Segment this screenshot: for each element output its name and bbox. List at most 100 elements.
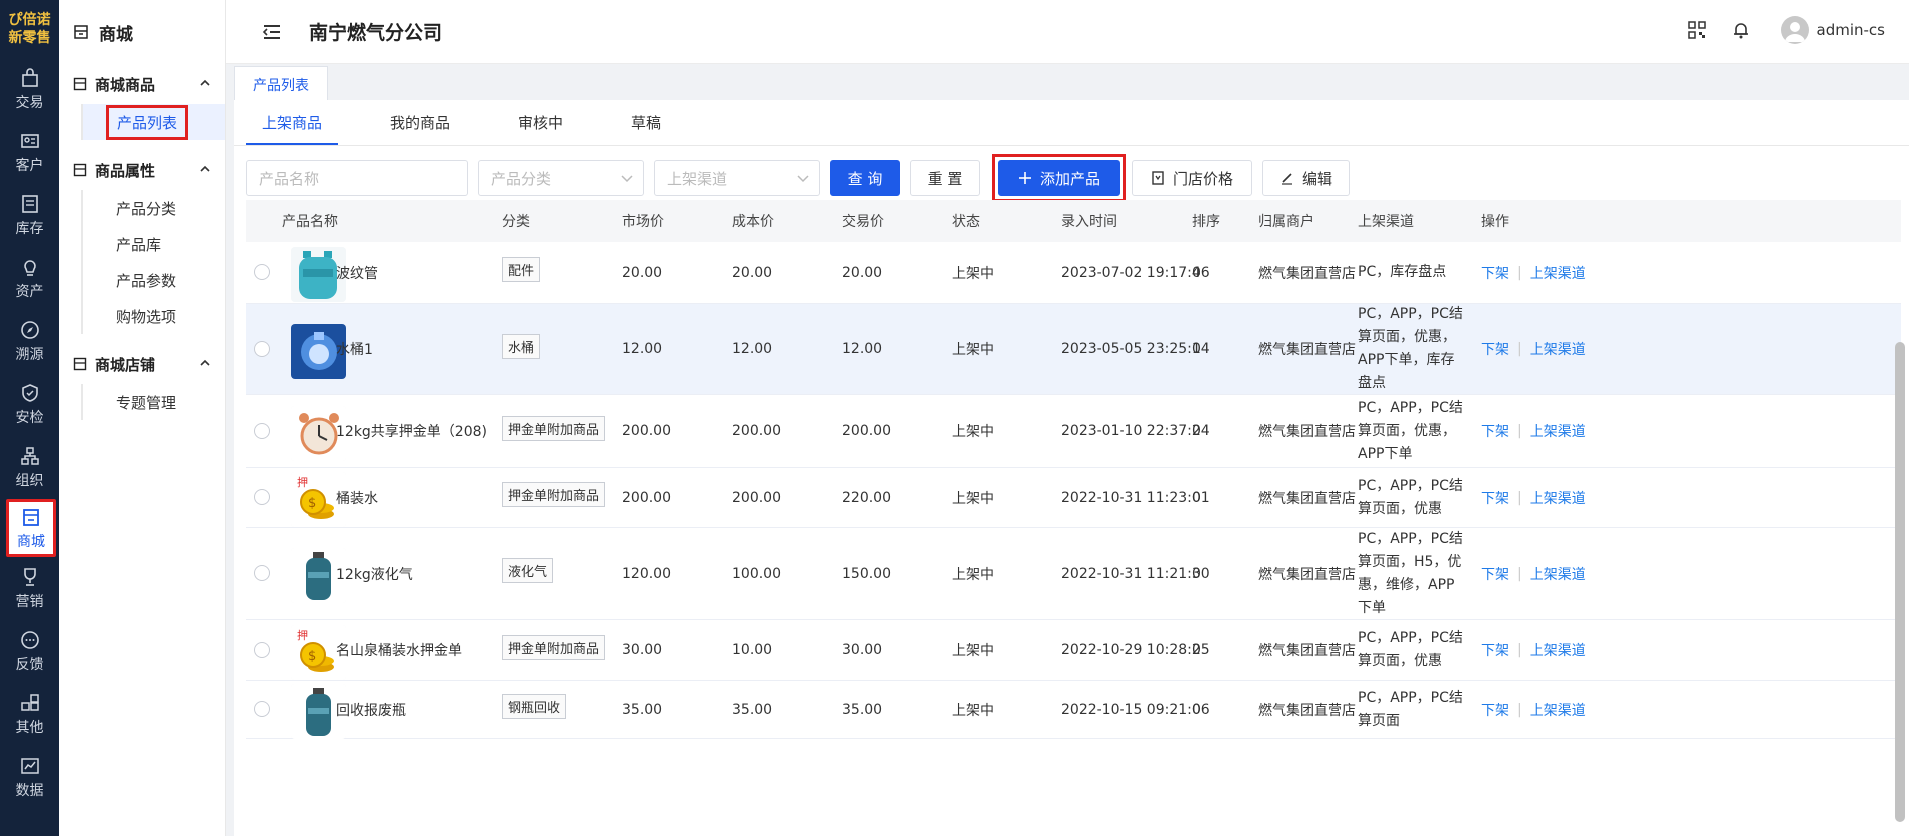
nav-item-store[interactable]: 商城 [6, 499, 56, 557]
collapse-menu-icon[interactable] [261, 21, 283, 43]
product-name: 桶装水 [336, 468, 378, 527]
status-text: 上架中 [952, 265, 994, 282]
table-row[interactable]: 押 $ 桶装水 押金单附加商品 200.00 200.00 220.00 上架中 2022-10… [246, 468, 1901, 528]
menu-item[interactable]: 产品参数 [81, 262, 225, 298]
channel-cell: PC，APP，PC结 算页面，H5，优 惠，维修，APP 下单 [1358, 528, 1473, 619]
channel-text: PC，APP，PC结 算页面，优惠 [1358, 475, 1473, 521]
brand-logo[interactable]: ぴ倍诺 新零售 [0, 0, 59, 58]
table-row[interactable]: 回收报废瓶 钢瓶回收 35.00 35.00 35.00 上架中 2022-10-15 09… [246, 681, 1901, 739]
tab-1[interactable]: 我的商品 [390, 112, 450, 145]
delist-link[interactable]: 下架 [1481, 339, 1509, 359]
trade-price: 220.00 [842, 468, 891, 527]
nav-item-org[interactable]: 组织 [0, 436, 59, 499]
edit-button[interactable]: 编辑 [1262, 160, 1350, 196]
store-price-button[interactable]: 门店价格 [1132, 160, 1252, 196]
channel-link[interactable]: 上架渠道 [1530, 488, 1586, 508]
row-radio[interactable] [254, 423, 270, 439]
store-small-icon [73, 77, 87, 91]
nav-item-bulb[interactable]: 资产 [0, 247, 59, 310]
row-radio[interactable] [254, 264, 270, 280]
menu-group-header[interactable]: 商城店铺 [59, 344, 225, 384]
table-row[interactable]: 12kg液化气 液化气 120.00 100.00 150.00 上架中 2022-10-3… [246, 528, 1901, 620]
market-price-text: 35.00 [622, 701, 663, 718]
nav-item-bag[interactable]: 交易 [0, 58, 59, 121]
chevron-down-icon [797, 175, 809, 183]
menu-item[interactable]: 产品库 [81, 226, 225, 262]
column-header: 状态 [952, 214, 980, 230]
channel-link[interactable]: 上架渠道 [1530, 339, 1586, 359]
channel-line: PC，APP，PC结 [1358, 530, 1463, 547]
app-sidebar: ぴ倍诺 新零售 交易 客户 库存 资产 溯源 安检 组织 商城 营销 反馈 其他 数据 [0, 0, 59, 836]
reset-button[interactable]: 重 置 [910, 160, 980, 196]
category-cell: 押金单附加商品 [502, 395, 606, 467]
menu-item[interactable]: 专题管理 [81, 384, 225, 420]
product-name: 回收报废瓶 [336, 681, 406, 738]
nav-item-chart[interactable]: 数据 [0, 746, 59, 809]
filter-bar: 产品名称 产品分类 上架渠道 查 询 重 置 添加产品 门店价格 编辑 [246, 154, 1360, 202]
category-select[interactable]: 产品分类 [478, 160, 644, 196]
market-price-text: 200.00 [622, 489, 671, 506]
menu-group-label: 商品属性 [95, 161, 156, 180]
table-row[interactable]: 12kg共享押金单（208) 押金单附加商品 200.00 200.00 200.00 上… [246, 395, 1901, 468]
user-name[interactable]: admin-cs [1817, 21, 1885, 39]
status-text: 上架中 [952, 643, 994, 659]
channel-link[interactable]: 上架渠道 [1530, 263, 1586, 283]
menu-group-header[interactable]: 商城商品 [59, 64, 225, 104]
trade-price: 12.00 [842, 304, 882, 394]
delist-link[interactable]: 下架 [1481, 263, 1509, 283]
menu-item[interactable]: 产品列表 [81, 104, 225, 140]
delist-link[interactable]: 下架 [1481, 421, 1509, 441]
column-header: 分类 [502, 214, 530, 230]
delist-link[interactable]: 下架 [1481, 640, 1509, 660]
menu-group-header[interactable]: 商品属性 [59, 150, 225, 190]
menu-item[interactable]: 购物选项 [81, 298, 225, 334]
query-button[interactable]: 查 询 [830, 160, 900, 196]
channel-link[interactable]: 上架渠道 [1530, 564, 1586, 584]
market-price: 200.00 [622, 468, 671, 527]
nav-item-list[interactable]: 库存 [0, 184, 59, 247]
delist-link[interactable]: 下架 [1481, 488, 1509, 508]
market-price: 20.00 [622, 242, 662, 303]
tab-0[interactable]: 上架商品 [246, 112, 339, 145]
table-row[interactable]: 波纹管 配件 20.00 20.00 20.00 上架中 2023-07-02 19:17:… [246, 242, 1901, 304]
org-icon [20, 447, 39, 465]
qrcode-icon[interactable] [1687, 20, 1707, 40]
separator: | [1517, 264, 1522, 281]
created-time: 2022-10-15 09:21:06 [1061, 681, 1210, 738]
nav-item-compass[interactable]: 溯源 [0, 310, 59, 373]
delist-link[interactable]: 下架 [1481, 564, 1509, 584]
tab-2[interactable]: 审核中 [518, 112, 563, 145]
channel-link[interactable]: 上架渠道 [1530, 421, 1586, 441]
channel-line: PC，APP，PC结 [1358, 306, 1463, 322]
channel-link[interactable]: 上架渠道 [1530, 640, 1586, 660]
row-radio[interactable] [254, 341, 270, 357]
nav-item-shield[interactable]: 安检 [0, 373, 59, 436]
table-row[interactable]: 水桶1 水桶 12.00 12.00 12.00 上架中 2023-05-05 23:25:… [246, 304, 1901, 395]
channel-link[interactable]: 上架渠道 [1530, 700, 1586, 720]
separator: | [1517, 341, 1522, 357]
status-text: 上架中 [952, 702, 994, 719]
row-radio[interactable] [254, 489, 270, 505]
row-radio[interactable] [254, 565, 270, 581]
merchant-text: 燃气集团直营店 [1258, 342, 1356, 358]
market-price-text: 12.00 [622, 341, 663, 357]
nav-item-idcard[interactable]: 客户 [0, 121, 59, 184]
channel-line: APP下单，库存 [1358, 352, 1455, 368]
tab-3[interactable]: 草稿 [631, 112, 661, 145]
nav-item-apps[interactable]: 其他 [0, 683, 59, 746]
add-product-button[interactable]: 添加产品 [998, 160, 1120, 196]
nav-item-trophy[interactable]: 营销 [0, 557, 59, 620]
page-tab-product-list[interactable]: 产品列表 [234, 66, 328, 102]
nav-item-chat[interactable]: 反馈 [0, 620, 59, 683]
channel-select[interactable]: 上架渠道 [654, 160, 820, 196]
bell-icon[interactable] [1731, 20, 1751, 40]
product-name-input[interactable]: 产品名称 [246, 160, 468, 196]
menu-item[interactable]: 产品分类 [81, 190, 225, 226]
vertical-scrollbar[interactable] [1895, 342, 1905, 822]
avatar[interactable] [1780, 16, 1809, 44]
row-radio[interactable] [254, 701, 270, 717]
trade-price-text: 35.00 [842, 701, 883, 718]
row-radio[interactable] [254, 642, 270, 658]
delist-link[interactable]: 下架 [1481, 700, 1509, 720]
table-row[interactable]: 押 $ 名山泉桶装水押金单 押金单附加商品 30.00 10.00 30.00 上架中 2022… [246, 620, 1901, 681]
